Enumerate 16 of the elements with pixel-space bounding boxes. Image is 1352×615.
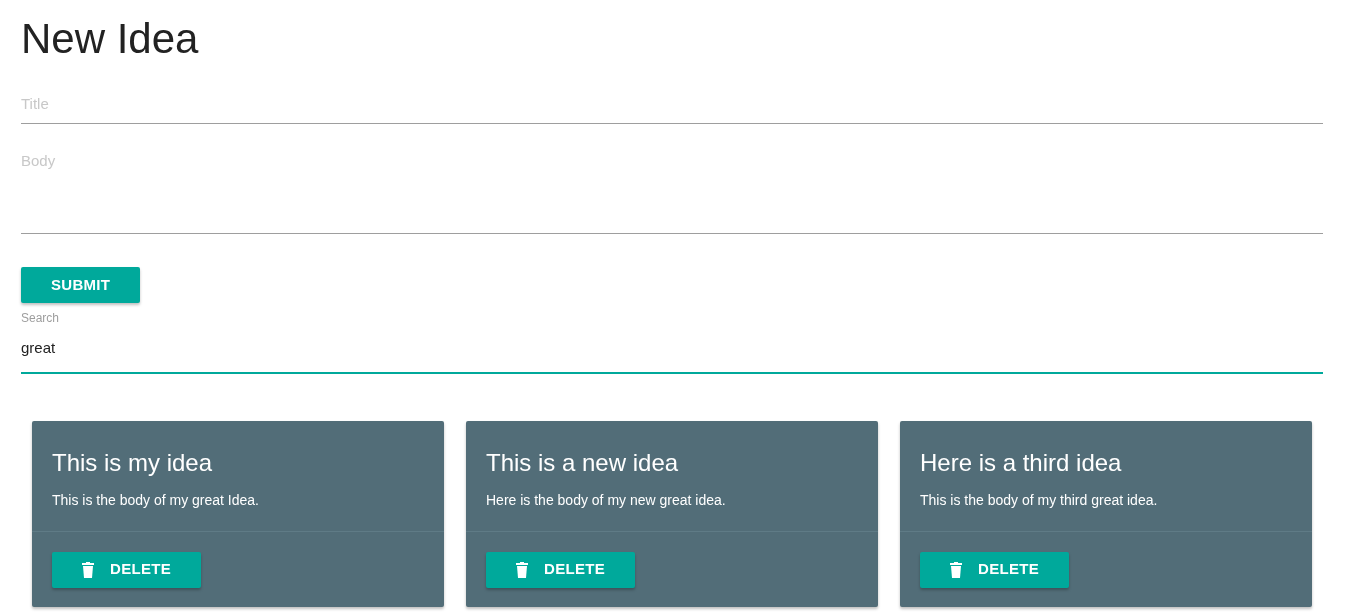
idea-body: Here is the body of my new great idea. [486, 490, 727, 510]
trash-icon [516, 561, 528, 578]
delete-button[interactable]: DELETE [486, 551, 635, 588]
idea-title: This is a new idea [486, 448, 680, 478]
idea-body: This is the body of my great Idea. [52, 490, 260, 510]
idea-title: Here is a third idea [920, 448, 1123, 478]
trash-icon [82, 561, 94, 578]
submit-button[interactable]: SUBMIT [21, 267, 141, 304]
delete-button[interactable]: DELETE [920, 551, 1069, 588]
idea-title: This is my idea [52, 448, 214, 478]
search-label: Search [21, 310, 60, 328]
search-field[interactable]: great [21, 329, 1323, 374]
idea-body: This is the body of my third great idea. [920, 490, 1159, 510]
page-heading: New Idea [21, 14, 200, 64]
trash-icon [950, 561, 962, 578]
delete-button[interactable]: DELETE [52, 551, 201, 588]
